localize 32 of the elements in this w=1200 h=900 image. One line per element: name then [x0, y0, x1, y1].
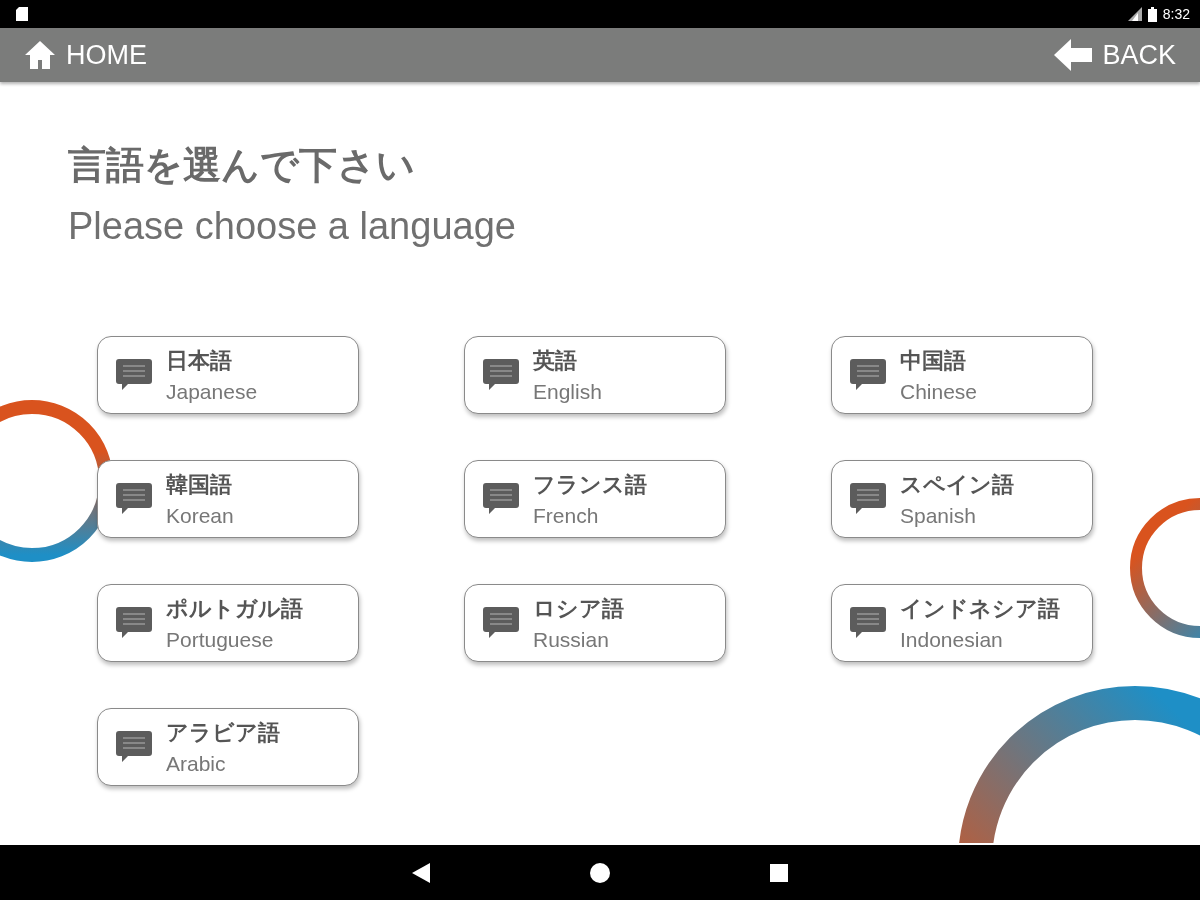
- speech-bubble-icon: [850, 607, 886, 639]
- speech-bubble-icon: [116, 483, 152, 515]
- language-button[interactable]: 韓国語 Korean: [97, 460, 359, 538]
- home-button[interactable]: [590, 862, 610, 883]
- speech-bubble-icon: [483, 483, 519, 515]
- language-button[interactable]: フランス語 French: [464, 460, 726, 538]
- speech-bubble-icon: [116, 359, 152, 391]
- back-button[interactable]: BACK: [1054, 39, 1176, 71]
- language-button[interactable]: 英語 English: [464, 336, 726, 414]
- home-button[interactable]: HOME: [24, 39, 147, 71]
- speech-bubble-icon: [483, 607, 519, 639]
- battery-icon: [1147, 6, 1157, 22]
- speech-bubble-icon: [850, 359, 886, 391]
- overview-button[interactable]: [770, 863, 788, 882]
- speech-bubble-icon: [116, 607, 152, 639]
- back-button[interactable]: [412, 862, 430, 883]
- sd-card-icon: [16, 7, 28, 21]
- language-button[interactable]: ロシア語 Russian: [464, 584, 726, 662]
- clock-time: 8:32: [1162, 6, 1190, 22]
- language-button[interactable]: ポルトガル語 Portuguese: [97, 584, 359, 662]
- language-button[interactable]: アラビア語 Arabic: [97, 708, 359, 786]
- language-button[interactable]: 日本語 Japanese: [97, 336, 359, 414]
- speech-bubble-icon: [850, 483, 886, 515]
- page-title: 言語を選んで下さい: [68, 143, 416, 188]
- home-icon: [24, 40, 56, 70]
- speech-bubble-icon: [116, 731, 152, 763]
- language-button[interactable]: 中国語 Chinese: [831, 336, 1093, 414]
- left-arrow-icon: [1054, 39, 1093, 71]
- language-button[interactable]: インドネシア語 Indonesian: [831, 584, 1093, 662]
- speech-bubble-icon: [483, 359, 519, 391]
- page-subtitle: Please choose a language: [68, 205, 517, 248]
- language-button[interactable]: スペイン語 Spanish: [831, 460, 1093, 538]
